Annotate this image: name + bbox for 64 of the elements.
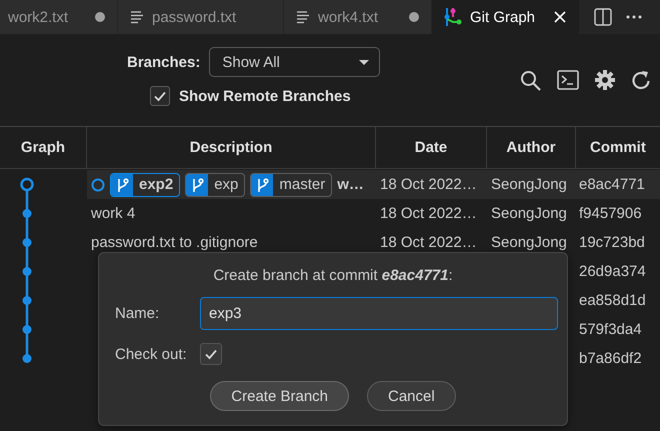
editor-tab[interactable]: password.txt bbox=[118, 0, 284, 34]
tab-label: Git Graph bbox=[470, 8, 536, 26]
commit-message: w… bbox=[337, 176, 364, 193]
commit-node[interactable] bbox=[22, 209, 32, 218]
commit-node[interactable] bbox=[22, 325, 32, 334]
commit-message: password.txt to .gitignore bbox=[91, 234, 258, 251]
commit-hash: 579f3da4 bbox=[578, 321, 643, 338]
commit-node[interactable] bbox=[22, 267, 32, 276]
commit-row[interactable]: work 4 18 Oct 2022… SeongJong f9457906 bbox=[87, 199, 660, 228]
editor-tab[interactable]: work4.txt bbox=[284, 0, 432, 34]
editor-tab[interactable]: work2.txt bbox=[0, 0, 118, 34]
column-header[interactable]: Author bbox=[487, 127, 576, 168]
tab-label: work2.txt bbox=[8, 8, 68, 26]
split-editor-icon[interactable] bbox=[594, 8, 612, 26]
branches-label: Branches: bbox=[127, 54, 200, 70]
column-header[interactable]: Description bbox=[87, 127, 376, 168]
branch-icon bbox=[190, 176, 204, 192]
commit-node[interactable] bbox=[22, 296, 32, 305]
terminal-icon[interactable] bbox=[557, 70, 579, 90]
field-label: Check out: bbox=[115, 346, 188, 362]
commit-date: 18 Oct 2022… bbox=[379, 234, 478, 251]
tab-label: password.txt bbox=[152, 8, 236, 26]
branch-tag[interactable]: exp2 bbox=[110, 172, 180, 196]
settings-icon[interactable] bbox=[595, 70, 615, 90]
commit-node[interactable] bbox=[22, 238, 32, 247]
commit-message: work 4 bbox=[91, 205, 136, 222]
refresh-icon[interactable] bbox=[631, 70, 651, 90]
dialog-button[interactable]: Create Branch bbox=[210, 381, 349, 411]
checkbox[interactable] bbox=[150, 86, 170, 106]
more-actions-icon[interactable] bbox=[626, 14, 642, 20]
tab-label: work4.txt bbox=[318, 8, 378, 26]
commit-hash: f9457906 bbox=[578, 205, 643, 222]
column-header[interactable]: Date bbox=[376, 127, 487, 168]
name-field[interactable]: exp3 bbox=[200, 297, 558, 330]
branch-tag[interactable]: master bbox=[250, 172, 332, 196]
commit-author: SeongJong bbox=[490, 234, 568, 251]
branch-tag[interactable]: exp bbox=[185, 172, 246, 196]
file-lines-icon bbox=[130, 10, 144, 24]
column-header[interactable]: Graph bbox=[0, 127, 87, 168]
commit-node[interactable] bbox=[20, 178, 34, 192]
field-label: Name: bbox=[115, 305, 160, 322]
commit-author: SeongJong bbox=[490, 205, 568, 222]
search-icon[interactable] bbox=[520, 70, 541, 90]
commit-row[interactable]: exp2 exp master w… 18 Oct 2022… SeongJong e8ac4771 bbox=[87, 170, 660, 199]
commit-hash: 19c723bd bbox=[578, 234, 646, 251]
commit-author: SeongJong bbox=[490, 176, 568, 193]
branch-icon bbox=[115, 176, 129, 192]
dialog-title: Create branch at commit e8ac4771: bbox=[212, 267, 454, 284]
git-graph-icon bbox=[444, 7, 462, 27]
branches-dropdown[interactable]: Show All bbox=[209, 47, 380, 77]
file-lines-icon bbox=[296, 10, 310, 24]
commit-date: 18 Oct 2022… bbox=[379, 205, 478, 222]
editor-tab[interactable]: Git Graph bbox=[432, 0, 580, 34]
commit-date: 18 Oct 2022… bbox=[379, 176, 478, 193]
dialog-button[interactable]: Cancel bbox=[367, 381, 456, 411]
commit-hash: e8ac4771 bbox=[578, 176, 646, 193]
commit-node[interactable] bbox=[22, 354, 32, 363]
head-marker-icon bbox=[91, 178, 105, 192]
checkbox-label: Show Remote Branches bbox=[179, 88, 351, 104]
close-icon[interactable] bbox=[553, 10, 567, 24]
caret-icon bbox=[359, 60, 370, 64]
column-header[interactable]: Commit bbox=[576, 127, 660, 168]
branch-icon bbox=[255, 176, 270, 192]
checkbox[interactable] bbox=[200, 343, 222, 365]
